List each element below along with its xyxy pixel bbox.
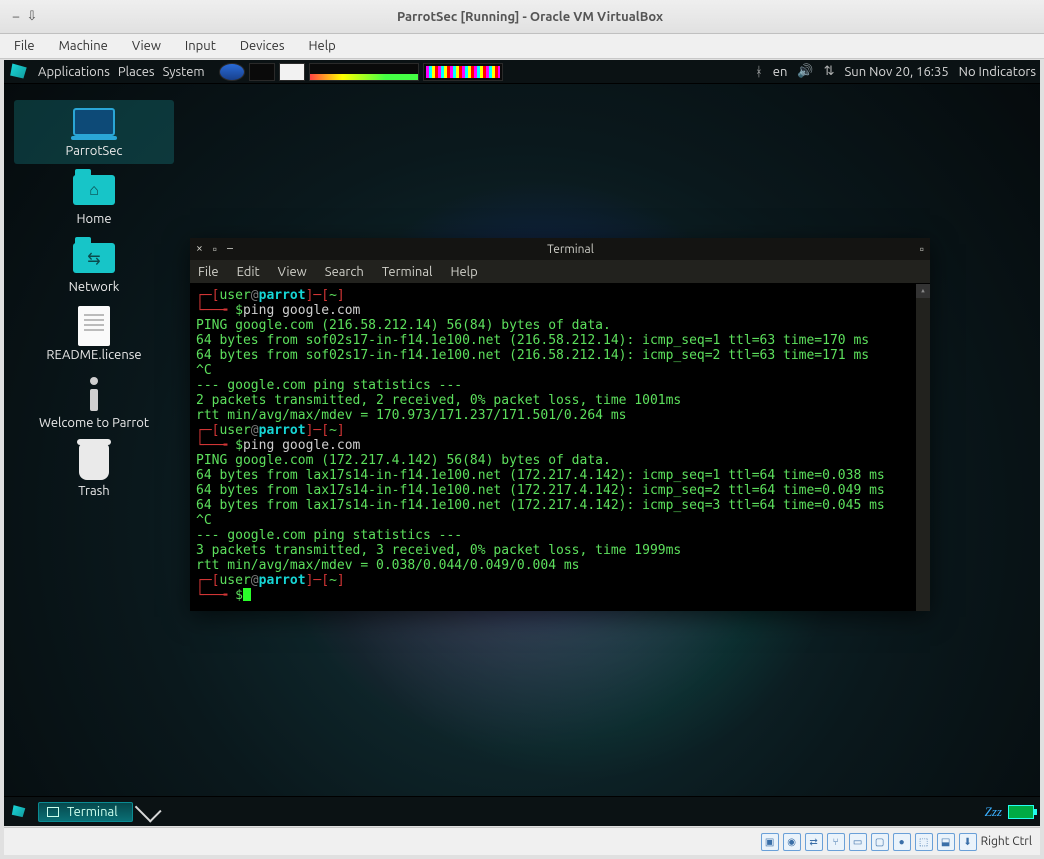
sb-shared-icon[interactable]: ▭ xyxy=(849,833,867,851)
host-statusbar: ▣ ◉ ⇄ ⑂ ▭ ▢ ● ⬚ ⬓ ⬇ Right Ctrl xyxy=(4,827,1040,855)
desktop-icon-welcome-to-parrot[interactable]: Welcome to Parrot xyxy=(14,372,174,436)
sb-mouse-icon[interactable]: ⬚ xyxy=(915,833,933,851)
window-title: ParrotSec [Running] - Oracle VM VirtualB… xyxy=(40,10,1020,24)
term-menu-help[interactable]: Help xyxy=(450,265,477,279)
taskbar-item-label: Terminal xyxy=(67,805,118,819)
host-menu-help[interactable]: Help xyxy=(309,39,336,53)
term-menu-file[interactable]: File xyxy=(198,265,219,279)
trash-icon xyxy=(72,444,116,480)
folder-icon: ⌂ xyxy=(72,172,116,208)
terminal-window[interactable]: × ▫ – Terminal ▫ File Edit View Search T… xyxy=(190,238,930,611)
desktop-icon-label: README.license xyxy=(46,348,141,362)
sb-display-icon[interactable]: ▢ xyxy=(871,833,889,851)
desktop-icon-trash[interactable]: Trash xyxy=(14,440,174,504)
info-icon xyxy=(72,376,116,412)
host-menu-input[interactable]: Input xyxy=(185,39,216,53)
keyboard-lang[interactable]: en xyxy=(773,65,788,79)
desktop-icon-label: Trash xyxy=(78,484,109,498)
panel-menu-places[interactable]: Places xyxy=(118,65,155,79)
document-icon xyxy=(72,308,116,344)
panel-menu-applications[interactable]: Applications xyxy=(38,65,110,79)
system-monitor-widget[interactable] xyxy=(309,63,419,81)
terminal-launcher-icon[interactable] xyxy=(249,63,275,81)
terminal-task-icon xyxy=(47,807,59,817)
panel-right: ᚼ en 🔊 ⇅ Sun Nov 20, 16:35 No Indicators xyxy=(755,64,1036,79)
battery-icon[interactable] xyxy=(1008,805,1034,819)
desktop-icon-label: ParrotSec xyxy=(66,144,123,158)
desktop-icon-label: Welcome to Parrot xyxy=(39,416,149,430)
no-indicators-label[interactable]: No Indicators xyxy=(959,65,1036,79)
taskbar-item-terminal[interactable]: Terminal xyxy=(38,802,133,822)
term-menu-edit[interactable]: Edit xyxy=(237,265,260,279)
cursor-icon xyxy=(134,795,161,822)
host-menubar: File Machine View Input Devices Help xyxy=(0,34,1044,59)
desktop-icon-home[interactable]: ⌂ Home xyxy=(14,168,174,232)
terminal-menubar: File Edit View Search Terminal Help xyxy=(190,260,930,284)
desktop-icon-network[interactable]: ⇆ Network xyxy=(14,236,174,300)
desktop-icon-label: Network xyxy=(69,280,120,294)
host-titlebar: – ⇩ ParrotSec [Running] - Oracle VM Virt… xyxy=(0,0,1044,34)
pin-icon[interactable]: ⇩ xyxy=(24,9,40,24)
taskbar-logo-icon[interactable] xyxy=(10,804,28,820)
terminal-output[interactable]: ┌─[user@parrot]─[~] └──╼ $ping google.co… xyxy=(190,284,930,611)
sleep-indicator[interactable]: Zzz xyxy=(985,804,1002,820)
cpu-graph-widget[interactable] xyxy=(423,63,503,81)
sb-hostkey-icon[interactable]: ⬇ xyxy=(959,833,977,851)
maximize-icon[interactable]: ▫ xyxy=(213,242,217,256)
sb-recording-icon[interactable]: ● xyxy=(893,833,911,851)
guest-taskbar: Terminal Zzz xyxy=(4,796,1040,826)
desktop-icons: ParrotSec ⌂ Home ⇆ Network README.license Welc… xyxy=(14,100,174,504)
minimize-icon[interactable]: – xyxy=(8,10,24,24)
sb-network-icon[interactable]: ⇄ xyxy=(805,833,823,851)
sb-usb-icon[interactable]: ⑂ xyxy=(827,833,845,851)
browser-icon[interactable] xyxy=(219,63,245,81)
terminal-title: Terminal xyxy=(233,243,908,256)
panel-menu-system[interactable]: System xyxy=(163,65,205,79)
network-updown-icon[interactable]: ⇅ xyxy=(824,64,835,79)
host-menu-devices[interactable]: Devices xyxy=(240,39,285,53)
sb-optical-icon[interactable]: ◉ xyxy=(783,833,801,851)
sb-keyboard-icon[interactable]: ⬓ xyxy=(937,833,955,851)
term-menu-search[interactable]: Search xyxy=(325,265,364,279)
volume-icon[interactable]: 🔊 xyxy=(797,64,813,79)
term-menu-terminal[interactable]: Terminal xyxy=(382,265,433,279)
desktop-icon-readme-license[interactable]: README.license xyxy=(14,304,174,368)
host-menu-machine[interactable]: Machine xyxy=(59,39,108,53)
term-menu-view[interactable]: View xyxy=(278,265,307,279)
parrot-logo-icon[interactable] xyxy=(8,62,30,82)
panel-launchers xyxy=(219,63,503,81)
host-menu-file[interactable]: File xyxy=(14,39,35,53)
close-icon[interactable]: × xyxy=(196,242,203,256)
desktop-icon-parrotsec[interactable]: ParrotSec xyxy=(14,100,174,164)
host-key-label: Right Ctrl xyxy=(981,835,1032,848)
desktop-icon-label: Home xyxy=(76,212,111,226)
folder-icon: ⇆ xyxy=(72,240,116,276)
sb-hdd-icon[interactable]: ▣ xyxy=(761,833,779,851)
terminal-titlebar[interactable]: × ▫ – Terminal ▫ xyxy=(190,238,930,260)
bluetooth-icon[interactable]: ᚼ xyxy=(755,65,763,79)
clock[interactable]: Sun Nov 20, 16:35 xyxy=(844,65,948,79)
editor-launcher-icon[interactable] xyxy=(279,63,305,81)
laptop-icon xyxy=(72,104,116,140)
host-menu-view[interactable]: View xyxy=(132,39,161,53)
restore-icon[interactable]: ▫ xyxy=(920,243,924,256)
terminal-scrollbar[interactable]: ▴ xyxy=(916,284,930,611)
guest-screen: Applications Places System ᚼ en 🔊 ⇅ Sun … xyxy=(4,60,1040,826)
guest-top-panel: Applications Places System ᚼ en 🔊 ⇅ Sun … xyxy=(4,60,1040,84)
